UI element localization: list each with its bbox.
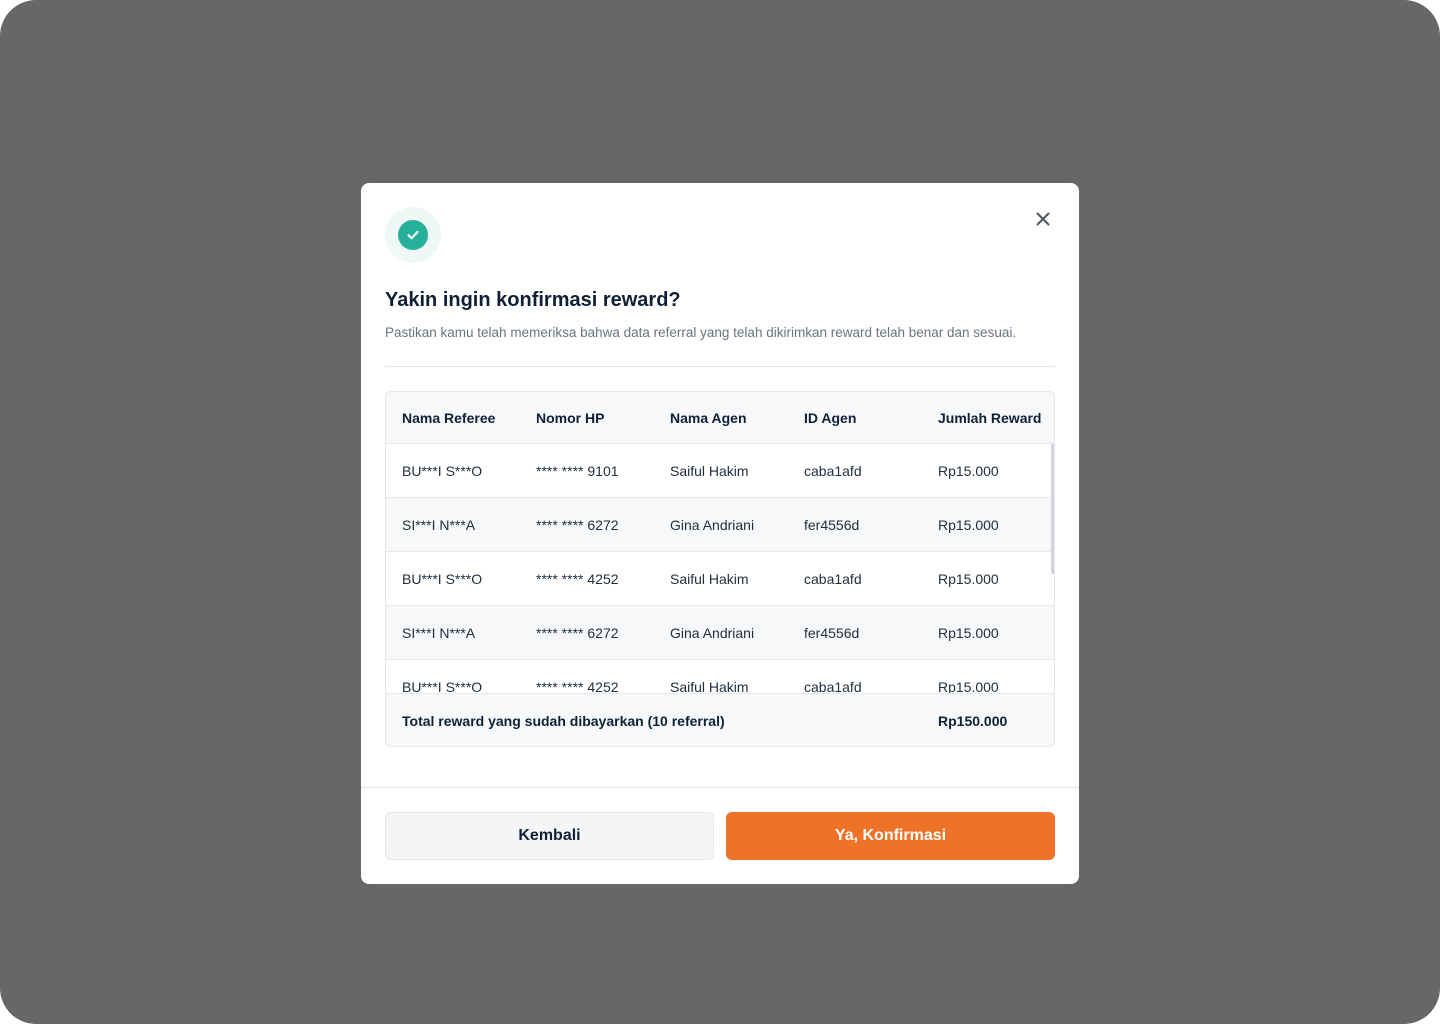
status-icon-badge [385,207,441,263]
table-body[interactable]: BU***I S***O **** **** 9101 Saiful Hakim… [386,444,1054,693]
table-footer: Total reward yang sudah dibayarkan (10 r… [386,693,1054,746]
cell-nomor-hp: **** **** 6272 [536,516,619,533]
cell-nama-referee: BU***I S***O [402,462,483,479]
cell-nama-agen: Saiful Hakim [670,570,749,587]
cell-nama-referee: BU***I S***O [402,570,483,587]
cell-jumlah-reward: Rp15.000 [938,516,999,533]
table-row: BU***I S***O **** **** 9101 Saiful Hakim… [386,444,1054,498]
cell-nama-agen: Gina Andriani [670,516,755,533]
total-reward-value: Rp150.000 [938,712,1008,729]
column-header-id-agen: ID Agen [804,409,857,426]
cell-nomor-hp: **** **** 4252 [536,570,619,587]
table-scrollbar[interactable] [1051,444,1054,574]
cell-nama-referee: BU***I S***O [402,678,483,694]
cell-nomor-hp: **** **** 6272 [536,624,619,641]
dialog-subtitle: Pastikan kamu telah memeriksa bahwa data… [385,325,1017,340]
table-row: BU***I S***O **** **** 4252 Saiful Hakim… [386,660,1054,694]
cell-jumlah-reward: Rp15.000 [938,624,999,641]
confirm-button[interactable]: Ya, Konfirmasi [726,812,1055,860]
cell-id-agen: caba1afd [804,678,862,694]
cell-id-agen: fer4556d [804,624,860,641]
cell-nama-referee: SI***I N***A [402,516,476,533]
footer-divider [361,787,1079,788]
total-reward-label: Total reward yang sudah dibayarkan (10 r… [402,712,725,729]
cell-nama-agen: Gina Andriani [670,624,755,641]
cell-nama-referee: SI***I N***A [402,624,476,641]
table-row: SI***I N***A **** **** 6272 Gina Andrian… [386,498,1054,552]
dialog-title: Yakin ingin konfirmasi reward? [385,289,681,311]
check-circle-icon [398,220,428,250]
cell-nomor-hp: **** **** 9101 [536,462,619,479]
cell-id-agen: caba1afd [804,462,862,479]
column-header-jumlah-reward: Jumlah Reward [938,409,1042,426]
back-button[interactable]: Kembali [385,812,714,860]
cell-nama-agen: Saiful Hakim [670,678,749,694]
column-header-nama-agen: Nama Agen [670,409,747,426]
table-row: BU***I S***O **** **** 4252 Saiful Hakim… [386,552,1054,606]
cell-id-agen: caba1afd [804,570,862,587]
cell-jumlah-reward: Rp15.000 [938,570,999,587]
referral-table: Nama Referee Nomor HP Nama Agen ID Agen … [385,391,1055,747]
close-button[interactable] [1031,207,1055,231]
cell-nomor-hp: **** **** 4252 [536,678,619,694]
cell-jumlah-reward: Rp15.000 [938,678,999,694]
cell-jumlah-reward: Rp15.000 [938,462,999,479]
table-header: Nama Referee Nomor HP Nama Agen ID Agen … [386,392,1054,444]
close-icon [1036,212,1050,226]
cell-id-agen: fer4556d [804,516,860,533]
confirm-reward-dialog: Yakin ingin konfirmasi reward? Pastikan … [361,183,1079,884]
cell-nama-agen: Saiful Hakim [670,462,749,479]
column-header-nama-referee: Nama Referee [402,409,496,426]
divider [385,366,1055,367]
table-row: SI***I N***A **** **** 6272 Gina Andrian… [386,606,1054,660]
column-header-nomor-hp: Nomor HP [536,409,605,426]
